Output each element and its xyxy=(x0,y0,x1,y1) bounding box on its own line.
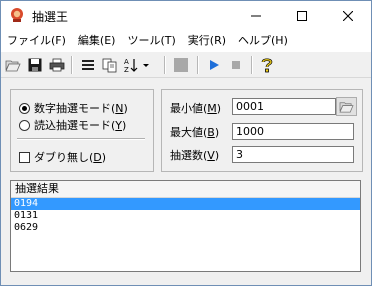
app-logo-icon xyxy=(11,8,23,22)
stop-icon xyxy=(232,61,240,69)
help-icon xyxy=(261,58,273,73)
results-list[interactable]: 抽選結果 0194 0131 0629 xyxy=(10,180,361,272)
group-divider xyxy=(17,138,145,140)
stop-button[interactable] xyxy=(226,55,246,75)
menu-bar: ファイル(F) 編集(E) ツール(T) 実行(R) ヘルプ(H) xyxy=(1,31,371,51)
no-duplicates-checkbox[interactable]: ダブり無し(D) xyxy=(19,149,106,165)
menu-help[interactable]: ヘルプ(H) xyxy=(232,31,294,51)
menu-edit[interactable]: 編集(E) xyxy=(72,31,122,51)
sort-button[interactable]: A Z xyxy=(122,55,152,75)
sort-az-icon: A Z xyxy=(124,58,149,73)
result-row[interactable]: 0131 xyxy=(11,210,360,222)
stop-square-icon xyxy=(174,58,188,72)
results-header[interactable]: 抽選結果 xyxy=(11,181,360,198)
open-folder-icon xyxy=(339,102,354,113)
radio-indicator xyxy=(19,102,30,114)
save-icon xyxy=(28,58,42,72)
maximize-button[interactable] xyxy=(279,1,325,31)
list-icon xyxy=(82,60,94,70)
checkbox-box xyxy=(19,151,30,163)
min-value-input[interactable]: 0001 xyxy=(232,98,336,115)
read-mode-radio[interactable]: 読込抽選モード(Y) xyxy=(19,117,126,133)
toolbar-separator xyxy=(164,56,166,74)
open-button[interactable] xyxy=(3,55,23,75)
play-icon xyxy=(210,60,219,70)
result-row[interactable]: 0629 xyxy=(11,222,360,234)
copy-button[interactable] xyxy=(100,55,120,75)
main-window: 抽選王 ファイル(F) 編集(E) ツール(T) 実行(R) ヘルプ(H) A … xyxy=(0,0,372,286)
menu-run[interactable]: 実行(R) xyxy=(182,31,232,51)
print-icon xyxy=(49,58,65,72)
close-icon xyxy=(343,11,353,21)
minimize-button[interactable] xyxy=(233,1,279,31)
open-folder-icon xyxy=(5,60,21,72)
result-row[interactable]: 0194 xyxy=(11,198,360,210)
toolbar-separator xyxy=(251,56,253,74)
no-duplicates-label: ダブり無し(D) xyxy=(34,151,107,164)
stop-all-button[interactable] xyxy=(171,55,191,75)
list-button[interactable] xyxy=(78,55,98,75)
count-label: 抽選数(V) xyxy=(170,149,220,162)
toolbar-separator xyxy=(197,56,199,74)
min-value-label: 最小値(M) xyxy=(170,102,222,115)
print-button[interactable] xyxy=(47,55,67,75)
params-group: 最小値(M) 0001 最大値(B) 1000 抽選数(V) 3 xyxy=(161,89,363,172)
menu-file[interactable]: ファイル(F) xyxy=(1,31,72,51)
read-mode-label: 読込抽選モード(Y) xyxy=(34,119,127,132)
close-button[interactable] xyxy=(325,1,371,31)
toolbar-separator xyxy=(71,56,73,74)
count-input[interactable]: 3 xyxy=(232,146,354,163)
menu-tools[interactable]: ツール(T) xyxy=(121,31,181,51)
run-button[interactable] xyxy=(204,55,224,75)
help-button[interactable] xyxy=(257,55,277,75)
minimize-icon xyxy=(251,15,261,17)
max-value-input[interactable]: 1000 xyxy=(232,123,354,140)
save-button[interactable] xyxy=(25,55,45,75)
max-value-label: 最大値(B) xyxy=(170,126,220,139)
mode-group: 数字抽選モード(N) 読込抽選モード(Y) ダブり無し(D) xyxy=(10,89,154,172)
svg-text:A: A xyxy=(124,58,129,66)
title-bar: 抽選王 xyxy=(1,1,371,31)
maximize-icon xyxy=(297,11,307,21)
toolbar: A Z xyxy=(1,51,371,78)
window-title: 抽選王 xyxy=(32,10,69,24)
radio-indicator xyxy=(19,119,30,131)
svg-text:Z: Z xyxy=(124,66,129,73)
numeric-mode-label: 数字抽選モード(N) xyxy=(34,102,128,115)
browse-button[interactable] xyxy=(336,97,357,116)
numeric-mode-radio[interactable]: 数字抽選モード(N) xyxy=(19,100,128,116)
copy-icon xyxy=(102,58,117,72)
